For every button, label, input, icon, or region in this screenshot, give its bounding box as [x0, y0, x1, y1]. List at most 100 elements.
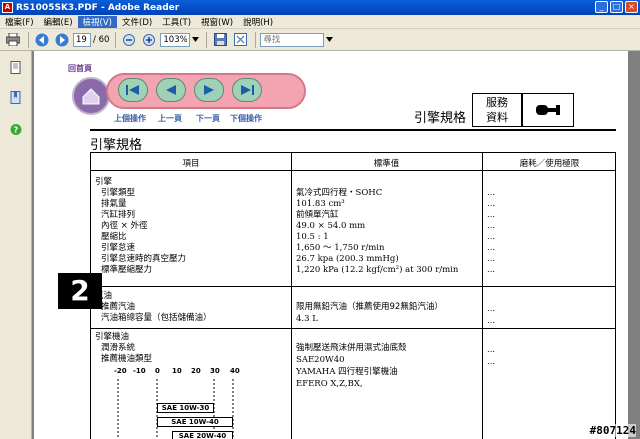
engine-block-title: 引擎: [95, 177, 113, 187]
bookmarks-icon[interactable]: [10, 91, 22, 104]
help-icon[interactable]: ?: [10, 123, 22, 136]
table-row-value: 1,220 kPa (12.2 kgf/cm²) at 300 r/min: [296, 265, 459, 275]
table-row-limit: ...: [487, 265, 496, 275]
column-divider: [291, 153, 292, 439]
table-row-limit: ...: [487, 254, 496, 264]
zoom-out-button[interactable]: [120, 31, 138, 49]
table-row-limit: ...: [487, 316, 496, 326]
print-button[interactable]: [4, 31, 22, 49]
wrench-icon: [536, 105, 560, 115]
save-button[interactable]: [211, 31, 229, 49]
table-row-limit: ...: [487, 345, 496, 355]
block-separator: [91, 328, 615, 329]
section-title: 引擎規格: [414, 111, 467, 126]
section-header: 引擎規格 服務 資料: [414, 91, 614, 129]
table-row-value: 101.83 cm³: [296, 199, 345, 209]
last-operation-button[interactable]: [232, 78, 262, 102]
triangle-right-icon: [204, 85, 214, 95]
title-bar: A RS1005SK3.PDF - Adobe Reader _ □ ×: [0, 0, 640, 15]
service-data-line1: 服務: [486, 96, 508, 109]
close-button[interactable]: ×: [625, 1, 638, 13]
menu-bar: 檔案(F) 編輯(E) 檢視(V) 文件(D) 工具(T) 視窗(W) 說明(H…: [0, 15, 640, 29]
window-controls: _ □ ×: [595, 1, 638, 13]
oil-extra-value: EFERO X,Z,BX,: [296, 379, 363, 389]
next-page-button[interactable]: [194, 78, 224, 102]
previous-page-button[interactable]: [156, 78, 186, 102]
sae-tick-label: 30: [210, 367, 220, 375]
skip-back-icon: [126, 85, 139, 95]
table-row-limit: ...: [487, 199, 496, 209]
table-row-limit: ...: [487, 221, 496, 231]
toolbar: / 60: [0, 29, 640, 51]
page-heading: 引擎規格: [90, 138, 143, 153]
chevron-down-icon: [191, 37, 199, 42]
section-icon-box: [522, 93, 574, 127]
table-row-item: 潤滑系統: [101, 343, 136, 353]
sae-bar-20w40: SAE 20W-40: [172, 431, 233, 439]
page-number-input[interactable]: [73, 32, 91, 47]
table-row-limit: ...: [487, 210, 496, 220]
zoom-in-icon: [143, 33, 156, 46]
menu-help[interactable]: 說明(H): [238, 16, 278, 28]
page-total: / 60: [93, 34, 110, 45]
sae-bar-10w30: SAE 10W-30: [157, 403, 214, 413]
table-row-limit: ...: [487, 243, 496, 253]
zoom-in-button[interactable]: [140, 31, 158, 49]
sae-bar-10w40: SAE 10W-40: [157, 417, 233, 427]
table-row-value: 49.0 × 54.0 mm: [296, 221, 366, 231]
pages-icon[interactable]: [10, 61, 22, 74]
menu-file[interactable]: 檔案(F): [0, 16, 39, 28]
chevron-down-icon: [325, 37, 333, 42]
sae-viscosity-chart: -20 -10 0 10 20 30 40 SAE 10W-30 SAE 10W…: [90, 367, 250, 439]
zoom-level-input[interactable]: [160, 32, 191, 47]
arrow-right-icon: [55, 33, 69, 46]
table-row-item: 排氣量: [101, 199, 127, 209]
home-icon: [82, 88, 100, 105]
first-operation-button[interactable]: [118, 78, 148, 102]
fit-page-icon: [233, 33, 247, 46]
block-separator: [91, 286, 615, 287]
oil-extra-value: YAMAHA 四行程引擎機油: [296, 367, 398, 377]
table-row-value: 10.5 : 1: [296, 232, 329, 242]
table-row-item: 汽缸排列: [101, 210, 136, 220]
arrow-left-icon: [35, 33, 49, 46]
page-nav-banner: 回首頁 上個操作 上一頁 下一頁 下個操作: [68, 63, 312, 123]
table-row-value: 26.7 kpa (200.3 mmHg): [296, 254, 399, 264]
navigation-pane: ?: [0, 51, 32, 439]
minimize-button[interactable]: _: [595, 1, 608, 13]
search-input[interactable]: [260, 32, 325, 47]
table-row-value: 4.3 L: [296, 314, 318, 324]
floppy-disk-icon: [213, 33, 227, 46]
search-dropdown-button[interactable]: [324, 31, 334, 49]
menu-edit[interactable]: 編輯(E): [39, 16, 78, 28]
next-view-button[interactable]: [53, 31, 71, 49]
svg-text:?: ?: [14, 126, 19, 135]
table-row-value: 強制壓送飛沫併用濕式油底殼: [296, 343, 407, 353]
previous-page-label: 上一頁: [158, 114, 182, 123]
table-row-item: 引擎怠速: [101, 243, 136, 253]
table-row-item: 推薦機油類型: [101, 354, 153, 364]
fit-page-button[interactable]: [231, 31, 249, 49]
menu-view[interactable]: 檢視(V): [77, 15, 117, 28]
table-row-limit: ...: [487, 188, 496, 198]
header-rule: [90, 129, 616, 131]
previous-view-button[interactable]: [33, 31, 51, 49]
table-row-value: 1,650 ～ 1,750 r/min: [296, 243, 385, 253]
table-row-item: 內徑 × 外徑: [101, 221, 148, 231]
zoom-dropdown-button[interactable]: [190, 31, 200, 49]
menu-document[interactable]: 文件(D): [117, 16, 157, 28]
service-data-line2: 資料: [486, 111, 508, 124]
oil-block-title: 引擎機油: [95, 332, 130, 342]
menu-window[interactable]: 視窗(W): [196, 16, 238, 28]
watermark: #807124: [589, 424, 636, 437]
home-button[interactable]: [72, 77, 110, 115]
menu-tools[interactable]: 工具(T): [157, 16, 196, 28]
table-row-value: SAE20W40: [296, 355, 345, 365]
maximize-button[interactable]: □: [610, 1, 623, 13]
table-row-item: 引擎怠速時的真空壓力: [101, 254, 187, 264]
table-row-limit: ...: [487, 232, 496, 242]
adobe-reader-icon: A: [2, 2, 13, 13]
toolbar-separator: [28, 31, 29, 48]
document-viewer[interactable]: 回首頁 上個操作 上一頁 下一頁 下個操作 引擎規格 服務 資料 引擎規格 2 …: [32, 51, 640, 439]
table-row-item: 推薦汽油: [101, 302, 136, 312]
